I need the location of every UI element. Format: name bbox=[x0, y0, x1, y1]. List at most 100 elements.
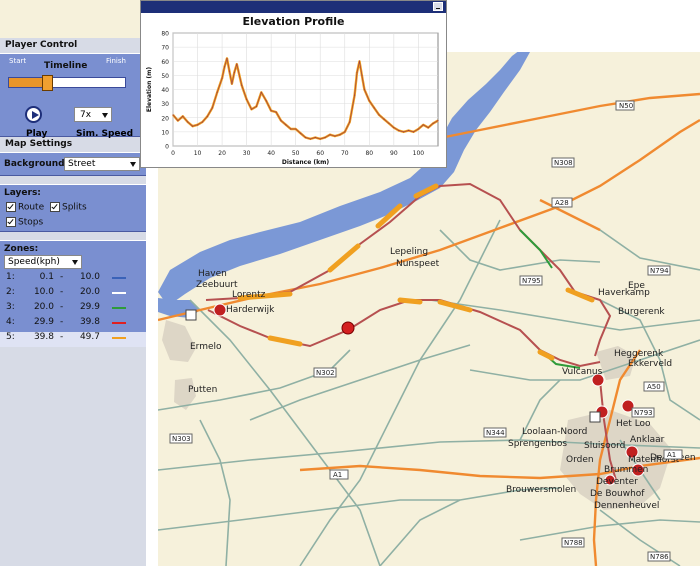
background-row: Background: Street bbox=[0, 152, 146, 176]
svg-text:N793: N793 bbox=[634, 409, 653, 417]
elevation-point bbox=[427, 127, 429, 129]
svg-text:A50: A50 bbox=[647, 383, 661, 391]
zone-row[interactable]: 1: 0.1-10.0 bbox=[0, 272, 146, 287]
elevation-point bbox=[236, 63, 238, 65]
elevation-point bbox=[246, 98, 248, 100]
background-select[interactable]: Street bbox=[64, 157, 140, 171]
elevation-point bbox=[432, 122, 434, 124]
elevation-window-titlebar[interactable] bbox=[141, 1, 446, 13]
svg-text:Harderwijk: Harderwijk bbox=[226, 305, 275, 315]
elevation-point bbox=[339, 134, 341, 136]
zone-color-swatch bbox=[112, 322, 126, 324]
elevation-point bbox=[201, 121, 204, 123]
y-tick-label: 0 bbox=[165, 144, 169, 151]
svg-text:Sprengenbos: Sprengenbos bbox=[508, 439, 567, 449]
x-tick-label: 30 bbox=[243, 150, 251, 157]
map-settings-title: Map Settings bbox=[5, 139, 73, 149]
y-tick-label: 30 bbox=[161, 101, 169, 108]
svg-text:Loolaan-Noord: Loolaan-Noord bbox=[522, 427, 587, 437]
timeline-start-label: Start bbox=[9, 57, 27, 65]
elevation-point bbox=[216, 91, 218, 93]
y-tick-label: 20 bbox=[161, 115, 169, 122]
elevation-point bbox=[290, 128, 292, 130]
sim-speed-label: Sim. Speed bbox=[76, 129, 134, 139]
svg-text:N786: N786 bbox=[650, 553, 669, 561]
elevation-point bbox=[250, 108, 253, 110]
sim-speed-value: 7x bbox=[80, 110, 92, 120]
svg-text:Vulcanus: Vulcanus bbox=[562, 367, 603, 377]
background-label: Background: bbox=[4, 159, 69, 169]
x-tick-label: 60 bbox=[316, 150, 324, 157]
x-tick-label: 50 bbox=[292, 150, 300, 157]
svg-text:N788: N788 bbox=[564, 539, 583, 547]
elevation-point bbox=[172, 114, 174, 116]
x-tick-label: 0 bbox=[171, 150, 175, 157]
elevation-point bbox=[373, 107, 375, 109]
elevation-point bbox=[344, 131, 346, 133]
elevation-point bbox=[356, 71, 358, 74]
timeline-thumb[interactable] bbox=[42, 75, 54, 91]
elevation-point bbox=[221, 77, 223, 79]
x-axis-label: Distance (km) bbox=[282, 159, 329, 166]
y-tick-label: 60 bbox=[161, 59, 169, 66]
x-tick-label: 10 bbox=[194, 150, 202, 157]
elevation-point bbox=[393, 127, 395, 129]
elevation-point bbox=[363, 88, 365, 91]
elevation-point bbox=[378, 114, 380, 116]
elevation-point bbox=[182, 115, 184, 117]
svg-text:N308: N308 bbox=[554, 159, 573, 167]
stops-layer-label: Stops bbox=[18, 217, 44, 228]
y-tick-label: 10 bbox=[161, 129, 169, 136]
elevation-point bbox=[196, 124, 199, 126]
elevation-point bbox=[422, 124, 424, 126]
svg-text:De Bouwhof: De Bouwhof bbox=[590, 489, 645, 499]
elevation-point bbox=[349, 121, 351, 123]
elevation-point bbox=[233, 71, 235, 74]
zone-row[interactable]: 2: 10.0-20.0 bbox=[0, 287, 146, 302]
svg-text:A28: A28 bbox=[555, 199, 569, 207]
stops-layer-checkbox[interactable]: Stops bbox=[6, 217, 43, 228]
zone-color-swatch bbox=[112, 292, 126, 294]
elevation-point bbox=[361, 74, 363, 76]
minimize-icon[interactable] bbox=[433, 2, 443, 11]
elevation-point bbox=[319, 138, 321, 140]
svg-text:Anklaar: Anklaar bbox=[630, 435, 665, 445]
x-tick-label: 40 bbox=[267, 150, 275, 157]
svg-text:Putten: Putten bbox=[188, 385, 217, 395]
svg-text:N344: N344 bbox=[486, 429, 505, 437]
elevation-point bbox=[285, 124, 287, 126]
elevation-point bbox=[368, 100, 370, 102]
y-tick-label: 40 bbox=[161, 87, 169, 94]
zones-box: Zones: Speed(kph) 1: 0.1-10.0 2: 10.0-20.0… bbox=[0, 240, 146, 347]
y-tick-label: 50 bbox=[161, 73, 169, 80]
sim-speed-select[interactable]: 7x bbox=[74, 107, 112, 122]
zone-row[interactable]: 3: 20.0-29.9 bbox=[0, 302, 146, 317]
elevation-point bbox=[275, 111, 277, 113]
elevation-point bbox=[353, 94, 356, 96]
elevation-point bbox=[417, 128, 419, 130]
zone-metric-select[interactable]: Speed(kph) bbox=[4, 255, 82, 269]
elevation-point bbox=[299, 132, 302, 134]
svg-text:Deventer: Deventer bbox=[596, 477, 638, 487]
elevation-chart: 0 10 20 30 40 50 60 70 80 0 10 20 30 40 50 60 70 80 90 100 D… bbox=[146, 31, 439, 166]
zone-row-selected[interactable]: 5: 39.8-49.7 bbox=[0, 332, 146, 347]
player-control-title: Player Control bbox=[5, 40, 78, 50]
svg-text:Heggerenk: Heggerenk bbox=[614, 349, 664, 359]
elevation-profile-window: Elevation Profile 0 10 20 30 40 50 60 70 80 0 10 20… bbox=[140, 0, 447, 168]
zone-row[interactable]: 4: 29.9-39.8 bbox=[0, 317, 146, 332]
timeline-slider[interactable] bbox=[8, 75, 126, 91]
splits-layer-label: Splits bbox=[62, 202, 87, 213]
elevation-point bbox=[383, 118, 385, 120]
route-layer-checkbox[interactable]: Route bbox=[6, 202, 44, 213]
elevation-point bbox=[187, 121, 189, 123]
x-tick-label: 100 bbox=[413, 150, 425, 157]
svg-text:N50: N50 bbox=[619, 102, 633, 110]
play-button[interactable] bbox=[25, 106, 42, 123]
elevation-point bbox=[324, 136, 326, 139]
player-control-box: Start Timeline Finish 7x Play Sim. Speed bbox=[0, 53, 146, 139]
svg-text:Haven: Haven bbox=[198, 269, 227, 279]
elevation-point bbox=[260, 91, 262, 93]
splits-layer-checkbox[interactable]: Splits bbox=[50, 202, 87, 213]
elevation-point bbox=[226, 57, 228, 60]
elevation-point bbox=[241, 84, 243, 86]
